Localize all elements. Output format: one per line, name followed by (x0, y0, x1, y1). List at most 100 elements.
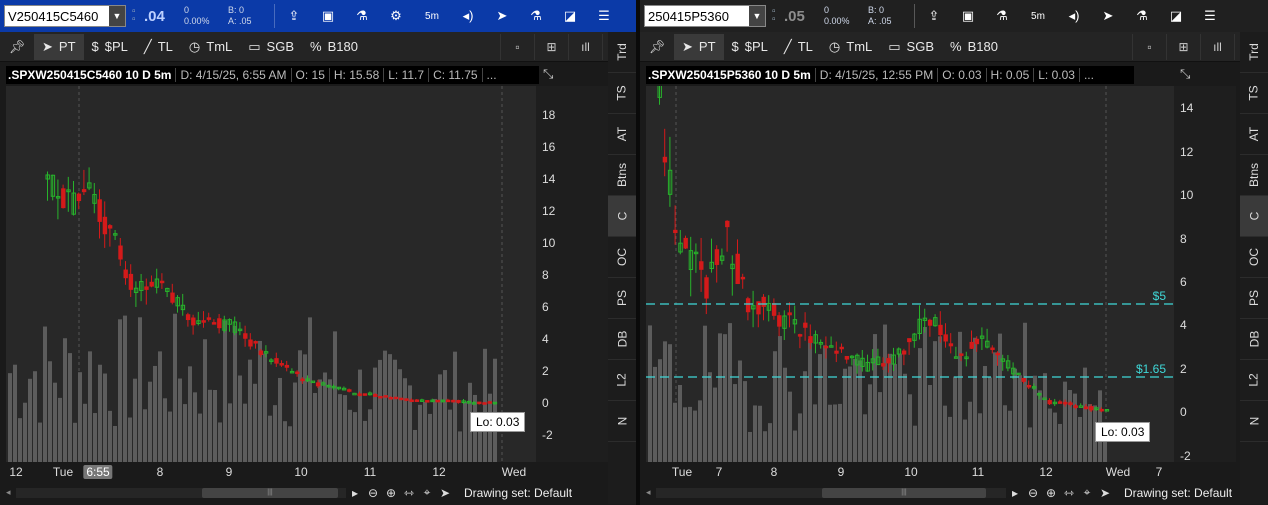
price-axis[interactable]: 14 12 10 8 6 4 2 0 -2 (1174, 86, 1236, 463)
sound-icon[interactable]: ◂) (451, 3, 485, 29)
share-icon[interactable]: ⇪ (917, 3, 951, 29)
collapse-icon[interactable]: ⤡ (1180, 66, 1190, 82)
x-tick: 10 (904, 465, 918, 479)
drawing-icon[interactable]: ◪ (1159, 3, 1193, 29)
cursor-icon[interactable]: ➤ (1091, 3, 1125, 29)
time-axis[interactable]: Tue 7 8 9 10 11 12 Wed 7 (646, 462, 1174, 482)
tab-buttons[interactable]: Btns (1240, 155, 1268, 196)
menu-icon[interactable]: ☰ (1193, 3, 1227, 29)
price-chart[interactable] (6, 86, 536, 462)
tab-active-trader[interactable]: AT (608, 114, 636, 155)
cursor-icon[interactable]: ➤ (1096, 486, 1114, 500)
scroll-left-icon[interactable]: ◂ (6, 487, 16, 498)
price-axis[interactable]: 18 16 14 12 10 8 6 4 2 0 -2 (536, 86, 608, 462)
candle-body (170, 292, 175, 303)
crosshair-icon[interactable]: ⌖ (1078, 485, 1096, 500)
tab-level2[interactable]: L2 (608, 360, 636, 401)
tool-shape[interactable]: ▭ SGB (880, 34, 942, 60)
header-more[interactable]: ... (1078, 68, 1098, 82)
studies-flask-icon[interactable]: ⚗ (985, 3, 1019, 29)
chevron-down-icon[interactable]: ▼ (749, 6, 765, 26)
zoom-out-icon[interactable]: ⊖ (1024, 486, 1042, 500)
tool-timeline[interactable]: ◷ TmL (821, 34, 880, 60)
bars-icon[interactable]: ıll (1200, 33, 1234, 60)
tab-news[interactable]: N (1240, 401, 1268, 442)
tab-option-chain[interactable]: OC (608, 237, 636, 278)
time-axis[interactable]: 12 Tue 6:55 8 9 10 11 12 Wed (6, 462, 536, 482)
studies-flask-icon[interactable]: ⚗ (345, 3, 379, 29)
timeframe-button[interactable]: 5m (1019, 3, 1057, 29)
tab-trade[interactable]: Trd (1240, 32, 1268, 73)
tab-time-sales[interactable]: TS (1240, 73, 1268, 114)
tab-ps[interactable]: PS (1240, 278, 1268, 319)
tool-price-level[interactable]: $ $PL (84, 34, 136, 60)
scroll-thumb[interactable]: ||| (822, 487, 986, 498)
tab-news[interactable]: N (608, 401, 636, 442)
tool-price-level[interactable]: $ $PL (724, 34, 776, 60)
tab-time-sales[interactable]: TS (608, 73, 636, 114)
header-more[interactable]: ... (481, 68, 501, 82)
camera-icon[interactable]: ▣ (311, 3, 345, 29)
single-layout-icon[interactable]: ▫ (1132, 33, 1166, 60)
scroll-left-icon[interactable]: ◂ (646, 487, 656, 498)
horizontal-scrollbar[interactable]: ||| (656, 487, 1006, 498)
scroll-thumb[interactable]: ||| (202, 487, 338, 498)
tool-trendline[interactable]: ╱ TL (776, 34, 821, 60)
tab-ps[interactable]: PS (608, 278, 636, 319)
pin-icon[interactable]: 📌︎ (640, 39, 674, 55)
scroll-right-icon[interactable]: ▸ (1006, 486, 1024, 500)
tab-option-chain[interactable]: OC (1240, 237, 1268, 278)
flask-icon[interactable]: ⚗ (519, 3, 553, 29)
symbol-selector[interactable]: V250415C5460 ▼ (4, 5, 126, 27)
grid-layout-icon[interactable]: ⊞ (534, 33, 568, 60)
volume-bar (923, 327, 927, 462)
tool-timeline[interactable]: ◷ TmL (181, 34, 240, 60)
camera-icon[interactable]: ▣ (951, 3, 985, 29)
timeframe-button[interactable]: 5m (413, 3, 451, 29)
tool-pointer[interactable]: ➤ PT (34, 33, 84, 60)
tab-chart[interactable]: C (1240, 196, 1268, 237)
horizontal-scrollbar[interactable]: ||| (16, 487, 346, 498)
expand-horizontal-icon[interactable]: ⇿ (1060, 486, 1078, 500)
symbol-input[interactable]: 250415P5360 (645, 9, 749, 24)
tool-trendline[interactable]: ╱ TL (136, 34, 181, 60)
zoom-in-icon[interactable]: ⊕ (382, 486, 400, 500)
menu-icon[interactable]: ☰ (587, 3, 621, 29)
candle-body (673, 229, 678, 234)
tab-db[interactable]: DB (1240, 319, 1268, 360)
flask-icon[interactable]: ⚗ (1125, 3, 1159, 29)
tool-shape[interactable]: ▭ SGB (240, 34, 302, 60)
ask: A: .05 (228, 16, 252, 26)
tab-trade[interactable]: Trd (608, 32, 636, 73)
tool-pointer[interactable]: ➤ PT (674, 33, 724, 60)
pin-icon[interactable]: 📌︎ (0, 39, 34, 55)
drawing-icon[interactable]: ◪ (553, 3, 587, 29)
cursor-icon[interactable]: ➤ (485, 3, 519, 29)
chevron-down-icon[interactable]: ▼ (109, 6, 125, 26)
tab-active-trader[interactable]: AT (1240, 114, 1268, 155)
sound-icon[interactable]: ◂) (1057, 3, 1091, 29)
drawing-set-label[interactable]: Drawing set: Default (1124, 486, 1232, 500)
symbol-selector[interactable]: 250415P5360 ▼ (644, 5, 766, 27)
crosshair-icon[interactable]: ⌖ (418, 485, 436, 500)
tab-db[interactable]: DB (608, 319, 636, 360)
cursor-icon[interactable]: ➤ (436, 486, 454, 500)
zoom-in-icon[interactable]: ⊕ (1042, 486, 1060, 500)
scroll-right-icon[interactable]: ▸ (346, 486, 364, 500)
single-layout-icon[interactable]: ▫ (500, 33, 534, 60)
symbol-input[interactable]: V250415C5460 (5, 9, 109, 24)
zoom-out-icon[interactable]: ⊖ (364, 486, 382, 500)
tab-buttons[interactable]: Btns (608, 155, 636, 196)
bars-icon[interactable]: ıll (568, 33, 602, 60)
tool-fib[interactable]: % B180 (302, 34, 366, 60)
tab-chart[interactable]: C (608, 196, 636, 237)
price-chart[interactable]: $5 $1.65 (646, 86, 1174, 462)
share-icon[interactable]: ⇪ (277, 3, 311, 29)
grid-layout-icon[interactable]: ⊞ (1166, 33, 1200, 60)
expand-horizontal-icon[interactable]: ⇿ (400, 486, 418, 500)
gear-icon[interactable]: ⚙ (379, 3, 413, 29)
tool-fib[interactable]: % B180 (942, 34, 1006, 60)
drawing-set-label[interactable]: Drawing set: Default (464, 486, 572, 500)
tab-level2[interactable]: L2 (1240, 360, 1268, 401)
collapse-icon[interactable]: ⤡ (543, 66, 553, 82)
